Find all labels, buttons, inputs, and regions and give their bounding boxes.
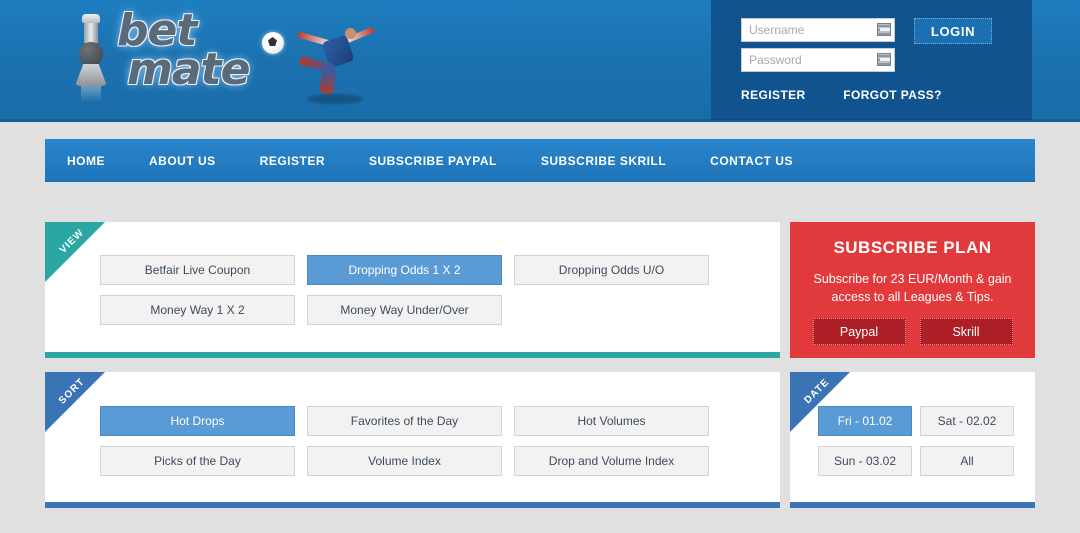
lock-icon	[877, 53, 891, 66]
view-ribbon: VIEW	[45, 222, 105, 282]
date-option-sunday[interactable]: Sun - 03.02	[818, 446, 912, 476]
sort-option-hot-drops[interactable]: Hot Drops	[100, 406, 295, 436]
logo-wordmark: bet mate	[117, 9, 250, 95]
sort-option-picks-of-the-day[interactable]: Picks of the Day	[100, 446, 295, 476]
sort-ribbon-label: SORT	[56, 376, 88, 407]
subscribe-skrill-button[interactable]: Skrill	[919, 318, 1013, 345]
login-button[interactable]: LOGIN	[914, 18, 992, 44]
subscribe-paypal-button[interactable]: Paypal	[812, 318, 906, 345]
site-header: bet mate LOGIN REGISTER	[0, 0, 1080, 122]
site-logo[interactable]: bet mate	[55, 6, 376, 118]
nav-item-about-us[interactable]: ABOUT US	[127, 154, 238, 168]
sort-ribbon: SORT	[45, 372, 105, 432]
nav-item-register[interactable]: REGISTER	[238, 154, 347, 168]
view-option-dropping-odds-uo[interactable]: Dropping Odds U/O	[514, 255, 709, 285]
main-navigation: HOME ABOUT US REGISTER SUBSCRIBE PAYPAL …	[45, 139, 1035, 182]
subscribe-plan-title: SUBSCRIBE PLAN	[833, 238, 992, 257]
password-field-wrapper	[741, 48, 895, 72]
sort-option-volume-index[interactable]: Volume Index	[307, 446, 502, 476]
view-options: Betfair Live Coupon Dropping Odds 1 X 2 …	[100, 255, 760, 325]
login-panel: LOGIN REGISTER FORGOT PASS?	[711, 0, 1032, 120]
view-panel: VIEW Betfair Live Coupon Dropping Odds 1…	[45, 222, 780, 358]
subscribe-plan-buttons: Paypal Skrill	[790, 318, 1035, 345]
forgot-password-link[interactable]: FORGOT PASS?	[843, 88, 942, 102]
trophy-icon	[71, 14, 111, 102]
register-link[interactable]: REGISTER	[741, 88, 806, 102]
logo-text-line2: mate	[127, 43, 250, 95]
view-panel-accent-bar	[45, 352, 780, 358]
nav-item-subscribe-paypal[interactable]: SUBSCRIBE PAYPAL	[347, 154, 519, 168]
user-icon	[877, 23, 891, 36]
sort-panel-accent-bar	[45, 502, 780, 508]
subscribe-plan-panel: SUBSCRIBE PLAN Subscribe for 23 EUR/Mont…	[790, 222, 1035, 358]
sort-options: Hot Drops Favorites of the Day Hot Volum…	[100, 406, 760, 476]
date-panel-accent-bar	[790, 502, 1035, 508]
subscribe-plan-description: Subscribe for 23 EUR/Month & gain access…	[813, 272, 1012, 304]
view-ribbon-label: VIEW	[57, 227, 87, 256]
date-option-friday[interactable]: Fri - 01.02	[818, 406, 912, 436]
login-fields	[741, 18, 895, 78]
date-option-saturday[interactable]: Sat - 02.02	[920, 406, 1014, 436]
date-option-all[interactable]: All	[920, 446, 1014, 476]
soccer-player-icon	[287, 20, 379, 106]
sort-option-hot-volumes[interactable]: Hot Volumes	[514, 406, 709, 436]
username-input[interactable]	[741, 18, 895, 42]
nav-item-home[interactable]: HOME	[45, 154, 127, 168]
view-option-betfair-live-coupon[interactable]: Betfair Live Coupon	[100, 255, 295, 285]
sort-option-drop-and-volume-index[interactable]: Drop and Volume Index	[514, 446, 709, 476]
view-option-dropping-odds-1x2[interactable]: Dropping Odds 1 X 2	[307, 255, 502, 285]
view-option-money-way-under-over[interactable]: Money Way Under/Over	[307, 295, 502, 325]
date-panel: DATE Fri - 01.02 Sat - 02.02 Sun - 03.02…	[790, 372, 1035, 508]
sort-option-favorites-of-the-day[interactable]: Favorites of the Day	[307, 406, 502, 436]
nav-item-subscribe-skrill[interactable]: SUBSCRIBE SKRILL	[519, 154, 688, 168]
sort-panel: SORT Hot Drops Favorites of the Day Hot …	[45, 372, 780, 508]
username-field-wrapper	[741, 18, 895, 42]
login-links: REGISTER FORGOT PASS?	[741, 88, 976, 102]
soccer-ball-icon	[262, 32, 284, 54]
date-options: Fri - 01.02 Sat - 02.02 Sun - 03.02 All	[818, 406, 1014, 476]
password-input[interactable]	[741, 48, 895, 72]
view-option-money-way-1x2[interactable]: Money Way 1 X 2	[100, 295, 295, 325]
nav-item-contact-us[interactable]: CONTACT US	[688, 154, 815, 168]
